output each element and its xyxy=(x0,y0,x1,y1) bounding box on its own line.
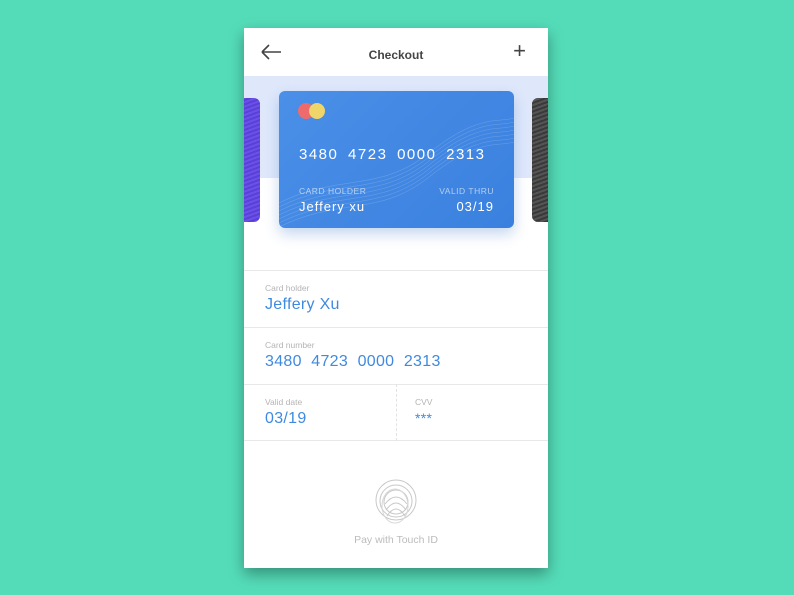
field-value: Jeffery Xu xyxy=(265,296,340,313)
credit-card[interactable]: 3480 4723 0000 2313 CARD HOLDER VALID TH… xyxy=(279,91,514,228)
field-value: *** xyxy=(415,410,433,426)
field-value: 03/19 xyxy=(265,410,307,427)
field-label: Valid date xyxy=(265,397,303,407)
checkout-screen: Checkout + 3480 4723 0000 2313 CARD HOLD… xyxy=(244,28,548,568)
valid-thru-label: VALID THRU xyxy=(439,186,494,196)
field-value: 3480 4723 0000 2313 xyxy=(265,353,441,370)
mastercard-logo xyxy=(298,103,330,119)
card-holder-name: Jeffery xu xyxy=(299,199,366,214)
card-valid: 03/19 xyxy=(456,199,494,214)
header: Checkout + xyxy=(244,28,548,76)
field-label: Card holder xyxy=(265,283,310,293)
card-number: 3480 4723 0000 2313 xyxy=(299,146,486,163)
plus-icon[interactable]: + xyxy=(513,40,526,62)
field-label: Card number xyxy=(265,340,315,350)
page-title: Checkout xyxy=(368,48,424,62)
touch-id-button[interactable] xyxy=(244,476,548,533)
card-number-field[interactable]: Card number 3480 4723 0000 2313 xyxy=(244,327,548,384)
field-label: CVV xyxy=(415,397,433,407)
card-next[interactable] xyxy=(532,98,548,222)
card-holder-label: CARD HOLDER xyxy=(299,186,367,196)
column-divider xyxy=(396,384,397,441)
card-holder-field[interactable]: Card holder Jeffery Xu xyxy=(244,270,548,327)
touch-id-label[interactable]: Pay with Touch ID xyxy=(244,534,548,546)
card-previous[interactable] xyxy=(244,98,260,222)
fingerprint-icon[interactable] xyxy=(373,476,419,528)
